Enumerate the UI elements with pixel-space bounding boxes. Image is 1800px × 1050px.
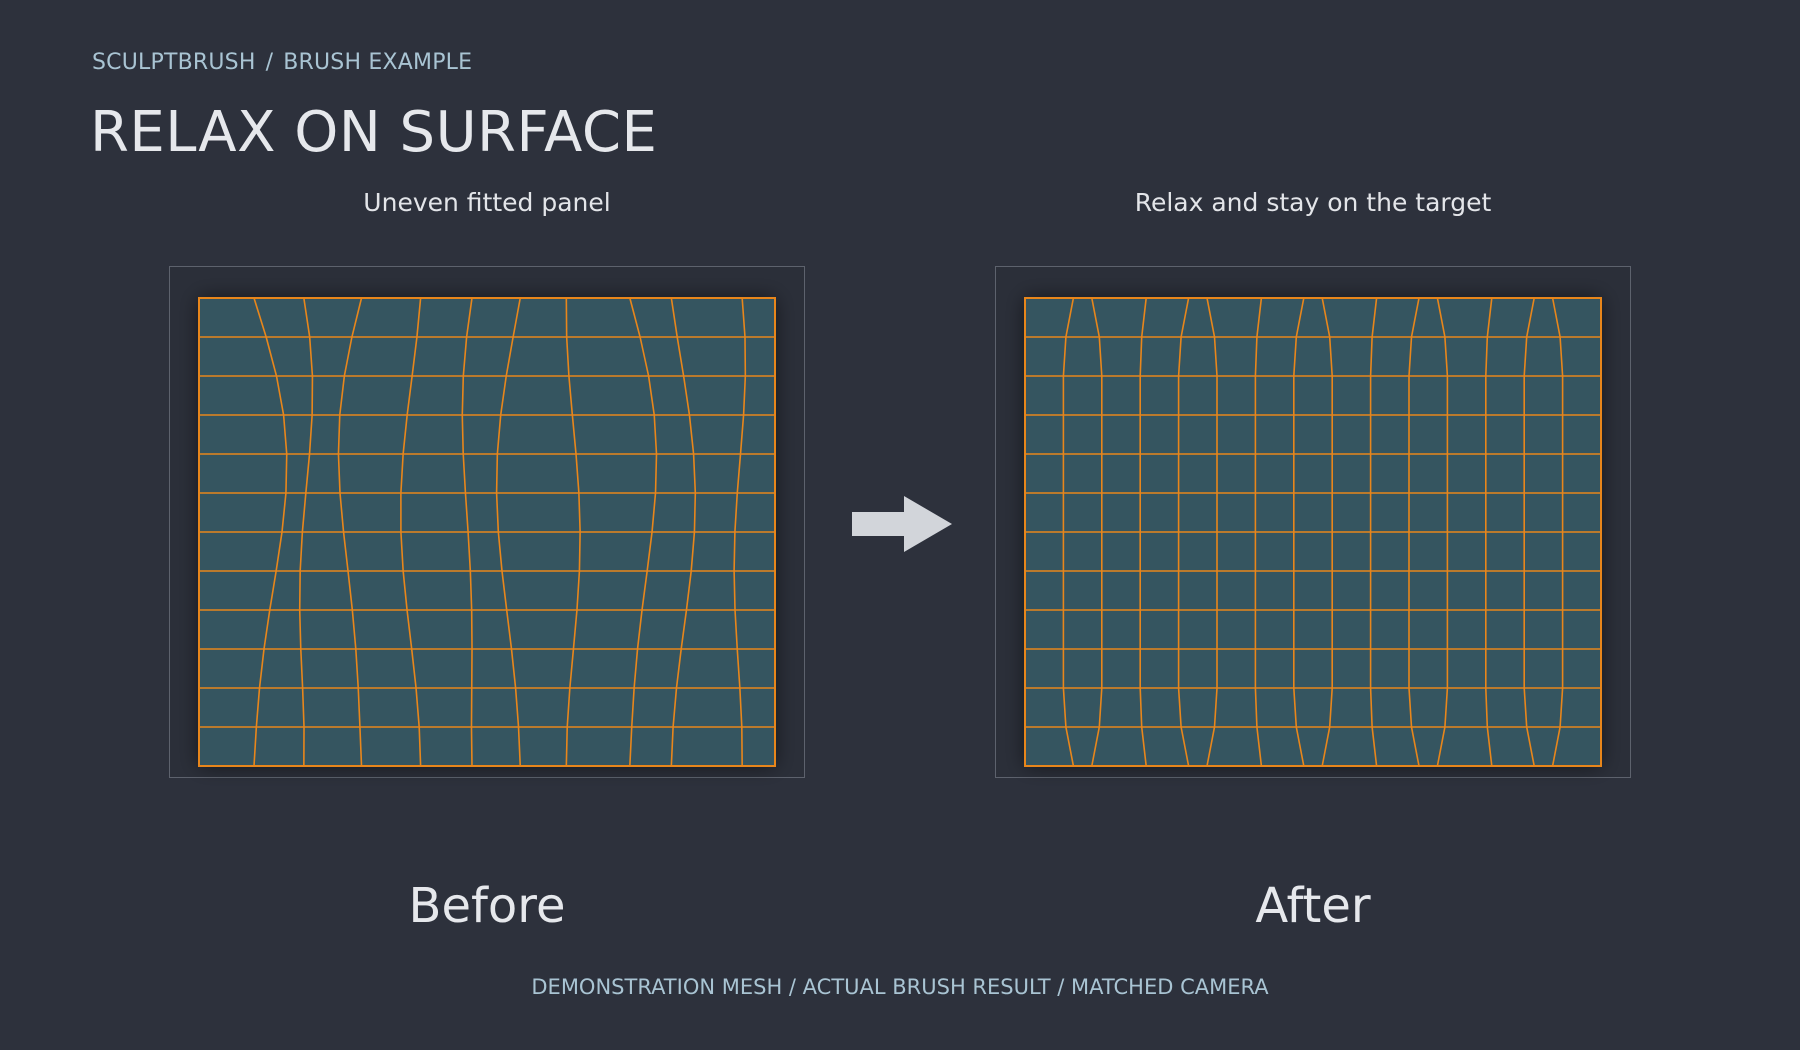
before-mesh [198,297,776,767]
after-mesh [1024,297,1602,767]
before-panel [169,266,805,778]
footer-note: DEMONSTRATION MESH / ACTUAL BRUSH RESULT… [531,975,1269,999]
before-label: Before [408,878,566,934]
page-title: RELAX ON SURFACE [90,100,658,165]
breadcrumb-current: BRUSH EXAMPLE [283,50,473,75]
breadcrumb-separator: / [265,50,274,75]
breadcrumb-root: SCULPTBRUSH [92,50,256,75]
after-panel-caption: Relax and stay on the target [1134,188,1492,217]
after-label: After [1255,878,1371,934]
breadcrumb: SCULPTBRUSH / BRUSH EXAMPLE [92,50,472,75]
slide: SCULPTBRUSH / BRUSH EXAMPLE RELAX ON SURFA… [0,0,1800,1050]
after-panel [995,266,1631,778]
before-panel-caption: Uneven fitted panel [363,188,611,217]
right-arrow-icon [852,496,952,552]
